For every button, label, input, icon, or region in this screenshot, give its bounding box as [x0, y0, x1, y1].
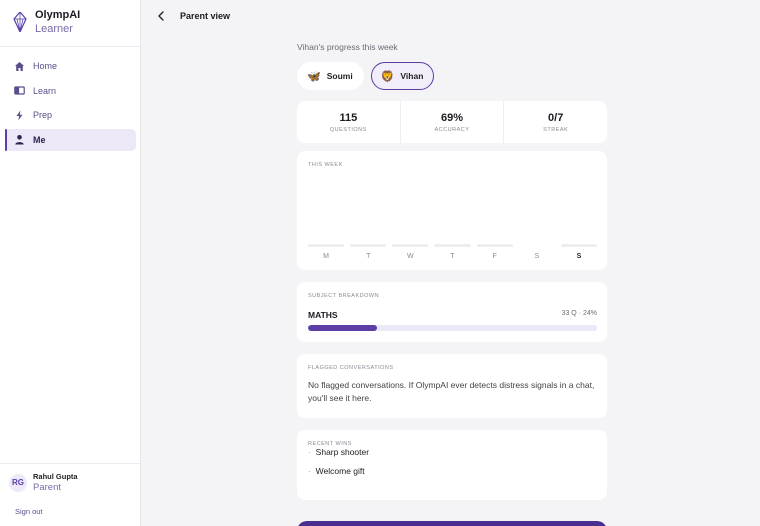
user-role: Parent [33, 482, 61, 493]
win-label: Sharp shooter [315, 447, 370, 457]
day-label: S [534, 253, 540, 260]
stat-value: 0/7 [548, 111, 564, 124]
sidebar-item-me[interactable]: Me [5, 128, 136, 151]
subject-breakdown-card: SUBJECT BREAKDOWN MATHS 33 Q · 24% [297, 282, 607, 342]
sidebar-item-home[interactable]: Home [5, 55, 136, 77]
sidebar-item-learn[interactable]: Learn [5, 80, 136, 102]
progress-title: Vihan's progress this week [297, 42, 398, 52]
day-label: M [323, 253, 329, 260]
bullet-icon: · [308, 466, 311, 476]
this-week-card: THIS WEEK M T W T F S S [297, 151, 607, 270]
avatar: RG [9, 473, 27, 492]
lion-icon: 🦁 [380, 70, 395, 83]
stat-label: STREAK [543, 126, 569, 133]
recent-wins-card: RECENT WINS · Sharp shooter · Welcome gift [297, 430, 607, 500]
book-icon [14, 85, 25, 96]
user-name: Rahul Gupta [33, 472, 78, 481]
subject-meta: 33 Q · 24% [561, 310, 597, 317]
day-column: W [392, 244, 429, 260]
win-label: Welcome gift [315, 466, 365, 476]
child-name: Soumi [326, 71, 353, 81]
day-bar [392, 244, 429, 247]
flagged-conversations-card: FLAGGED CONVERSATIONS No flagged convers… [297, 354, 607, 418]
stats-card: 115 QUESTIONS 69% ACCURACY 0/7 STREAK [297, 101, 607, 143]
day-bar [350, 244, 387, 247]
app-name: OlympAI [35, 9, 81, 21]
day-bar [308, 244, 345, 247]
person-icon [14, 134, 25, 145]
stat-value: 115 [339, 111, 358, 124]
day-label: W [407, 253, 414, 260]
stat-questions: 115 QUESTIONS [297, 101, 401, 143]
day-label-today: S [576, 253, 582, 260]
stat-streak: 0/7 STREAK [504, 101, 607, 143]
sidebar-nav: Home Learn Prep Me [5, 55, 136, 153]
butterfly-icon: 🦋 [307, 70, 321, 83]
chevron-left-icon[interactable] [155, 9, 167, 23]
day-column: T [434, 244, 471, 260]
day-column: M [308, 244, 345, 260]
day-column: S [560, 244, 597, 260]
stat-label: QUESTIONS [329, 126, 367, 133]
sidebar-divider [0, 46, 140, 47]
flagged-message: No flagged conversations. If OlympAI eve… [308, 380, 595, 403]
brand[interactable]: OlympAI Learner [13, 9, 80, 36]
list-item: · Sharp shooter [308, 447, 597, 457]
day-column: S [519, 244, 555, 260]
app-subtitle: Learner [35, 23, 73, 35]
subject-name: MATHS [308, 310, 338, 320]
day-label: T [450, 253, 455, 260]
olympai-logo-icon [13, 12, 27, 32]
sidebar-item-label: Me [33, 134, 46, 145]
user-profile[interactable]: RG Rahul Gupta Parent [9, 471, 78, 494]
child-pill-soumi[interactable]: 🦋 Soumi [297, 62, 364, 90]
bullet-icon: · [308, 447, 311, 457]
sidebar-divider [0, 463, 140, 464]
subject-row: MATHS 33 Q · 24% [308, 310, 597, 320]
main-content: Vihan's progress this week 🦋 Soumi 🦁 Vih… [297, 42, 607, 500]
home-icon [14, 61, 25, 72]
stat-value: 69% [440, 111, 464, 124]
sidebar: OlympAI Learner Home Learn Prep Me RG Ra… [0, 0, 141, 526]
sidebar-item-label: Home [33, 61, 58, 71]
day-column: F [476, 244, 513, 260]
day-label: T [366, 253, 371, 260]
subject-progress-track [308, 325, 597, 331]
sidebar-item-label: Prep [33, 110, 53, 120]
stat-accuracy: 69% ACCURACY [401, 101, 505, 143]
day-bar [560, 244, 597, 247]
week-days: M T W T F S S [308, 244, 597, 260]
subject-progress-fill [308, 325, 378, 331]
day-bar [519, 244, 555, 247]
section-label: THIS WEEK [308, 162, 343, 168]
bolt-icon [14, 110, 25, 121]
sidebar-item-prep[interactable]: Prep [5, 104, 136, 126]
day-bar [434, 244, 471, 247]
list-item: · Welcome gift [308, 466, 597, 476]
top-bar [142, 0, 760, 33]
sidebar-item-label: Learn [33, 85, 57, 96]
primary-action-button[interactable] [297, 521, 607, 526]
sign-out-link[interactable]: Sign out [15, 507, 43, 516]
section-label: FLAGGED CONVERSATIONS [308, 365, 394, 371]
child-pill-vihan[interactable]: 🦁 Vihan [370, 62, 435, 90]
day-bar [476, 244, 513, 247]
child-switcher: 🦋 Soumi 🦁 Vihan [297, 62, 607, 90]
day-column: T [350, 244, 387, 260]
day-label: F [492, 253, 497, 260]
section-label: SUBJECT BREAKDOWN [308, 293, 380, 299]
child-name: Vihan [400, 71, 424, 81]
stat-label: ACCURACY [434, 126, 470, 133]
page-title: Parent view [180, 11, 231, 21]
